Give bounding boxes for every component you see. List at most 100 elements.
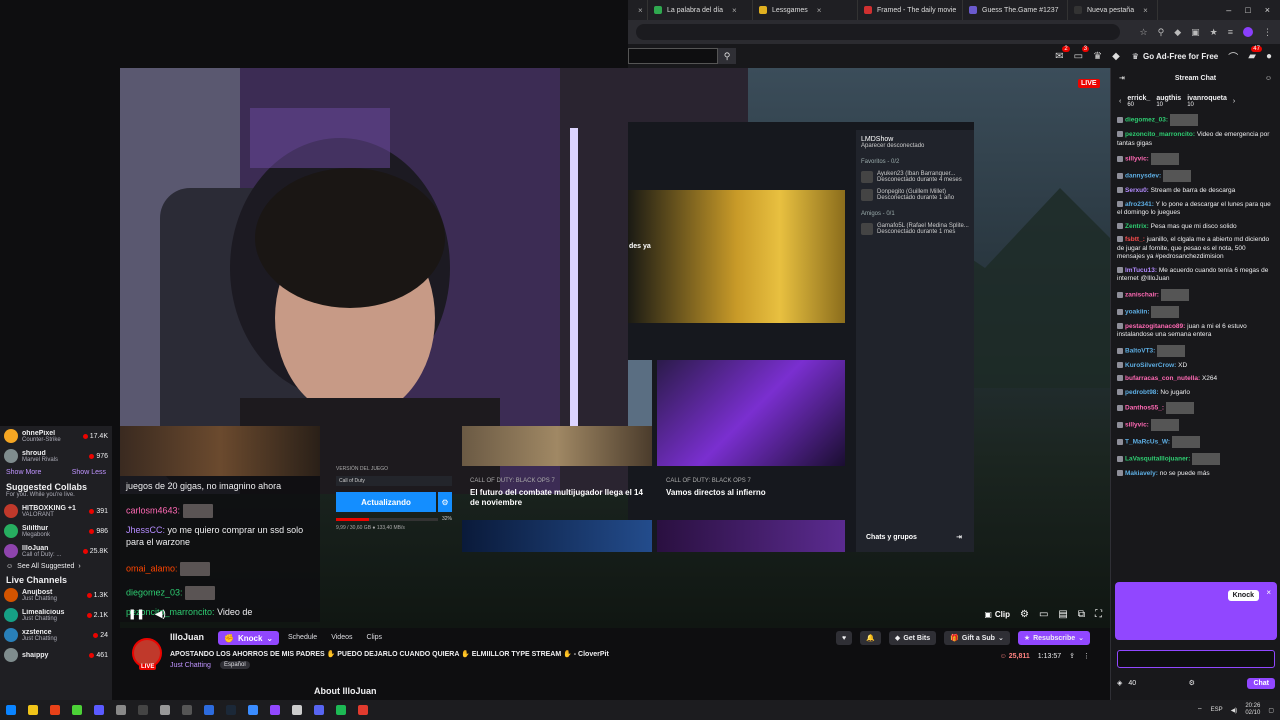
gift-sub-button[interactable]: 🎁 Gift a Sub ⌄ [944,631,1010,645]
chevron-left-icon[interactable]: ‹ [1119,98,1121,105]
browser-tab[interactable]: × [628,0,648,20]
twitch-icon[interactable] [270,705,280,715]
browser-tab[interactable]: Lessgames × [753,0,858,20]
prime-icon[interactable]: ⌒ [1228,49,1238,64]
steam-icon[interactable] [226,705,236,715]
chat-username[interactable]: ImTucu13: [1125,267,1157,274]
suggested-collab[interactable]: IlloJuan Call of Duty: ... 25.8K [0,541,112,561]
user-avatar[interactable]: ● [1266,51,1272,62]
app-icon[interactable] [182,705,192,715]
heart-icon[interactable]: ♥ [836,631,853,645]
more-icon[interactable]: ⋮ [1263,27,1272,38]
ad-free-button[interactable]: ♛ Go Ad-Free for Free [1132,52,1218,61]
chat-username[interactable]: yoakiin: [1125,308,1150,315]
chat-username[interactable]: sillyvic: [1125,156,1149,163]
resubscribe-button[interactable]: ★ Resubscribe ⌄ [1017,631,1090,645]
bits-icon[interactable]: ◆ [1112,51,1120,62]
app-icon[interactable] [204,705,214,715]
menu-icon[interactable]: ≡ [1228,27,1233,37]
chat-username[interactable]: zanischair: [1125,291,1159,298]
users-icon[interactable]: ☺ [1265,75,1272,82]
notification-icon[interactable]: ▢ [1268,707,1274,714]
close-icon[interactable]: × [1266,588,1271,597]
more-icon[interactable]: ⋮ [1083,652,1090,660]
live-channel[interactable]: shaippy 461 [0,645,112,665]
suggested-collab[interactable]: HITBOXKING +1 VALORANT 391 [0,501,112,521]
show-more-link[interactable]: Show More [6,469,41,476]
live-channel[interactable]: xzstence Just Chatting 24 [0,625,112,645]
followed-channel[interactable]: ohnePixel Counter-Strike 17.4K [0,426,112,446]
settings-icon[interactable]: ⚙ [1020,609,1029,620]
browser-tab[interactable]: Guess The.Game #1237× [963,0,1068,20]
knock-button[interactable]: Knock [1227,590,1259,601]
live-channel[interactable]: Anujbost Just Chatting 1.3K [0,585,112,605]
channel-name[interactable]: IlloJuan [170,632,204,642]
search-icon[interactable]: ⚲ [718,48,736,64]
knock-button[interactable]: ✊ Knock ⌄ [218,631,280,645]
tab-schedule[interactable]: Schedule [288,634,317,641]
discord-icon[interactable] [314,705,324,715]
settings-icon[interactable]: ⚙ [1189,679,1195,687]
volume-icon[interactable]: ◀) [155,609,166,620]
fullscreen-icon[interactable]: ⛶ [1095,609,1102,620]
extension-icon[interactable]: ◆ [1174,27,1181,38]
maximize-icon[interactable]: □ [1245,5,1250,15]
chat-username[interactable]: Zentrix: [1125,223,1149,230]
browser-tab[interactable]: Nueva pestaña × [1068,0,1158,20]
chat-username[interactable]: Serxu0: [1125,187,1149,194]
star-icon[interactable]: ☆ [1140,27,1148,38]
folder-icon[interactable] [28,705,38,715]
chat-send-button[interactable]: Chat [1247,677,1275,689]
chat-username[interactable]: Makiavely: [1125,470,1158,477]
chat-username[interactable]: pedrobt98: [1125,389,1159,396]
chat-input[interactable] [1117,650,1275,668]
close-icon[interactable]: × [817,6,822,15]
app-icon[interactable] [116,705,126,715]
close-window-icon[interactable]: × [1265,5,1270,15]
chat-username[interactable]: pezoncito_marroncito: [1125,131,1195,138]
captions-icon[interactable]: ▤ [1058,609,1067,620]
bell-icon[interactable]: 🔔 [860,631,881,645]
extension-icon[interactable]: ▣ [1191,27,1200,38]
channel-points-icon[interactable]: ◈ [1117,679,1122,687]
browser-tab[interactable]: Framed - The daily movie× [858,0,963,20]
whispers-icon[interactable]: ▭ 3 [1074,45,1090,62]
stream-category[interactable]: Just Chatting [170,662,211,669]
chat-username[interactable]: KuroSilverCrow: [1125,362,1176,369]
chat-username[interactable]: pestazogitanaco89: [1125,323,1185,330]
chat-username[interactable]: sillyvic: [1125,422,1149,429]
show-less-link[interactable]: Show Less [72,469,106,476]
notification-icon[interactable]: ▰ 47 [1248,45,1262,62]
chat-username[interactable]: BaltoVT3: [1125,347,1155,354]
app-icon[interactable] [160,705,170,715]
share-icon[interactable]: ⇪ [1069,652,1075,660]
language-indicator[interactable]: ESP [1211,707,1223,713]
chat-username[interactable]: LaVasquitaIllojuaner: [1125,456,1190,463]
close-icon[interactable]: × [638,6,643,15]
volume-icon[interactable]: ◀) [1231,707,1238,714]
app-icon[interactable] [50,705,60,715]
pip-icon[interactable]: ⧉ [1078,609,1085,620]
address-bar[interactable] [636,24,1120,40]
close-icon[interactable]: × [732,6,737,15]
start-icon[interactable] [6,705,16,715]
clock[interactable]: 20:26 02/10 [1245,703,1260,717]
clip-button[interactable]: ▣ Clip [984,610,1010,619]
app-icon[interactable] [94,705,104,715]
chat-username[interactable]: fsbtt_: [1125,236,1145,243]
close-icon[interactable]: × [1143,6,1148,15]
profile-avatar[interactable] [1243,27,1253,37]
followed-channel[interactable]: shroud Marvel Rivals 976 [0,446,112,466]
suggested-collab[interactable]: Sililthur Megabonk 986 [0,521,112,541]
extension-icon[interactable]: ⚲ [1158,27,1165,38]
chat-username[interactable]: dannysdev: [1125,173,1161,180]
chevron-right-icon[interactable]: › [1233,98,1235,105]
chrome-icon[interactable] [358,705,368,715]
chat-username[interactable]: Danthos55_: [1125,405,1164,412]
tab-videos[interactable]: Videos [331,634,352,641]
app-icon[interactable] [138,705,148,715]
browser-tab[interactable]: La palabra del día × [648,0,753,20]
chat-username[interactable]: bufarracas_con_nutella: [1125,375,1200,382]
app-icon[interactable] [72,705,82,715]
live-channel[interactable]: Limealicious Just Chatting 2.1K [0,605,112,625]
